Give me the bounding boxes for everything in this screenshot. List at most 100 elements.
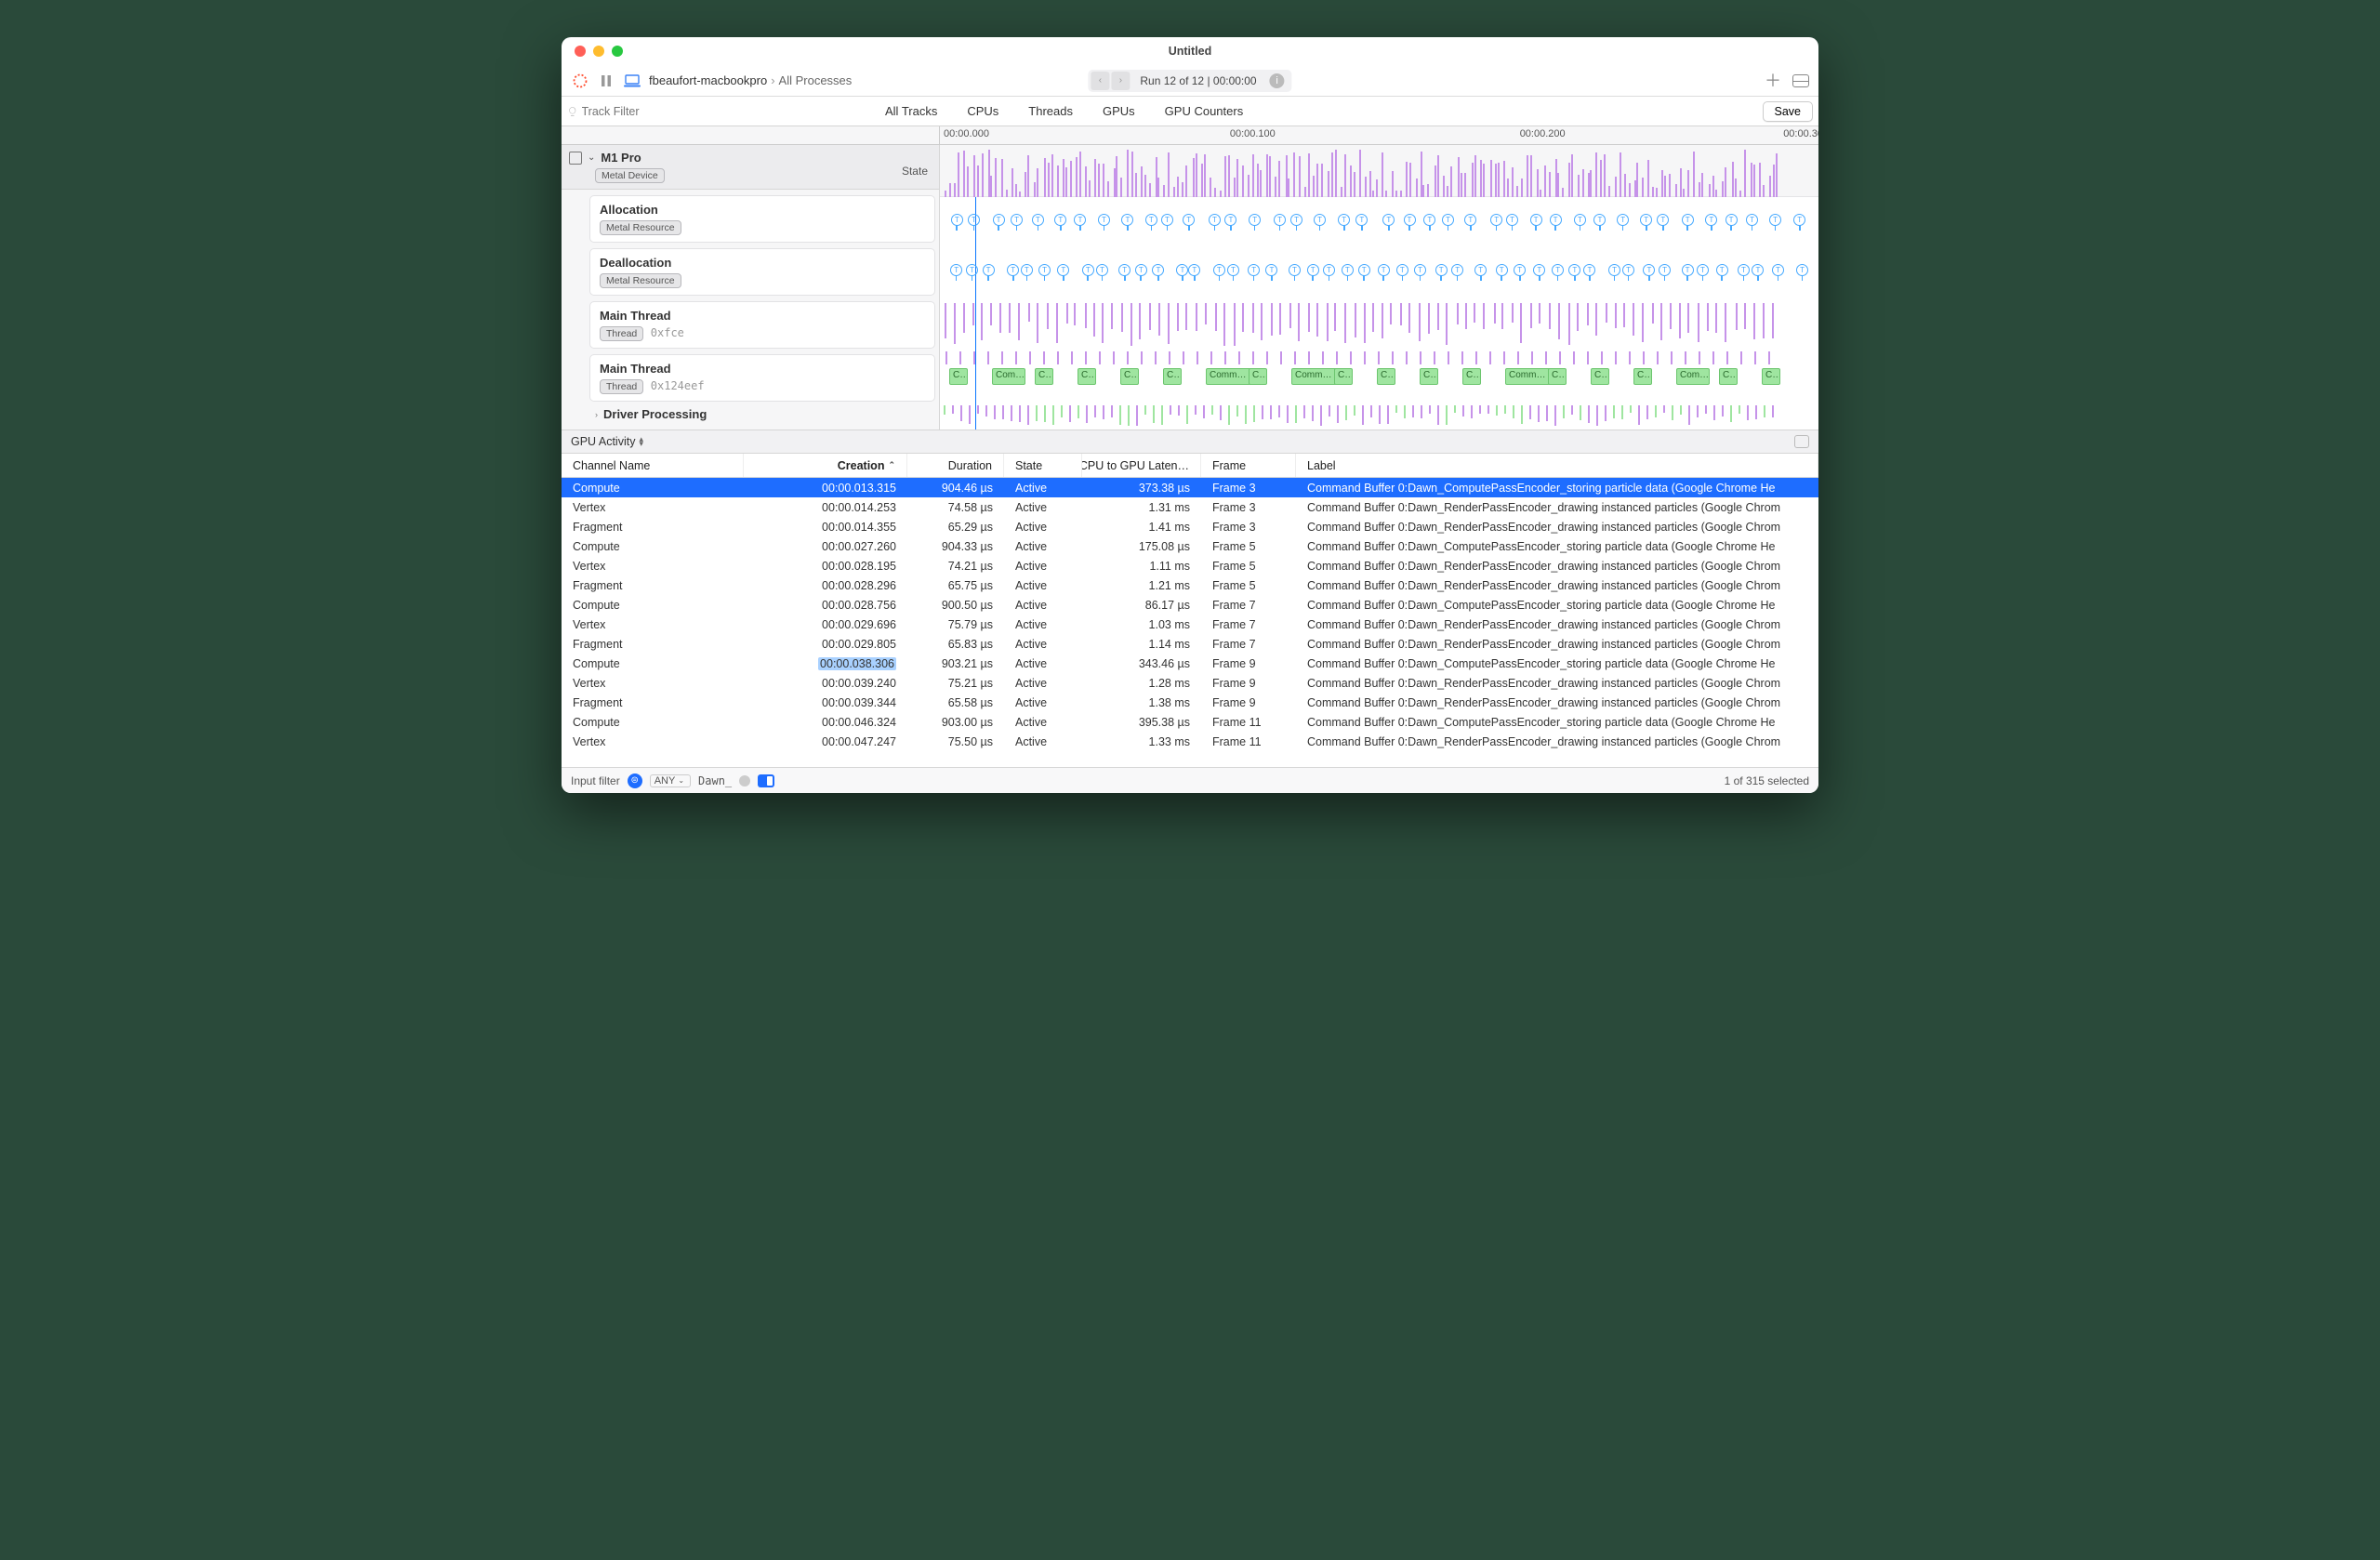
dropdown-arrows-icon: ▴▾ — [639, 437, 643, 446]
table-header: Channel Name Creation⌃ Duration State CP… — [562, 454, 1818, 478]
save-button[interactable]: Save — [1763, 101, 1814, 122]
table-row[interactable]: Fragment00:00.029.80565.83 µsActive1.14 … — [562, 634, 1818, 654]
sort-asc-icon: ⌃ — [888, 460, 895, 470]
track-tag: Metal Resource — [600, 273, 681, 288]
device-name: M1 Pro — [601, 151, 641, 165]
track-main-thread-1[interactable]: Main Thread Thread 0xfce — [589, 301, 935, 349]
table-row[interactable]: Compute00:00.028.756900.50 µsActive86.17… — [562, 595, 1818, 615]
col-frame[interactable]: Frame — [1201, 454, 1296, 477]
thread-id: 0x124eef — [651, 379, 705, 392]
tab-all-tracks[interactable]: All Tracks — [870, 97, 952, 126]
track-deallocation[interactable]: Deallocation Metal Resource — [589, 248, 935, 296]
chevron-right-icon: › — [771, 73, 774, 87]
col-state[interactable]: State — [1004, 454, 1082, 477]
breadcrumb-target[interactable]: All Processes — [779, 73, 853, 87]
zoom-window-icon[interactable] — [612, 46, 623, 57]
table-row[interactable]: Compute00:00.046.324903.00 µsActive395.3… — [562, 712, 1818, 732]
run-selector: ‹ › Run 12 of 12 | 00:00:00 i — [1088, 70, 1291, 92]
track-tabs: All Tracks CPUs Threads GPUs GPU Counter… — [870, 97, 1258, 126]
window-title: Untitled — [1169, 45, 1212, 58]
table-row[interactable]: Vertex00:00.047.24775.50 µsActive1.33 ms… — [562, 732, 1818, 751]
filter-mode[interactable]: ANY⌄ — [650, 774, 691, 787]
add-button[interactable]: ＋ — [1765, 73, 1781, 89]
col-channel[interactable]: Channel Name — [562, 454, 744, 477]
track-name: Main Thread — [600, 309, 925, 323]
track-sidebar: ⌄ M1 Pro Metal Device State Allocation M… — [562, 145, 940, 430]
app-window: Untitled fbeaufort-macbookpro › All Proc… — [562, 37, 1818, 793]
col-duration[interactable]: Duration — [907, 454, 1004, 477]
col-creation[interactable]: Creation⌃ — [744, 454, 907, 477]
titlebar: Untitled — [562, 37, 1818, 65]
table-row[interactable]: Compute00:00.027.260904.33 µsActive175.0… — [562, 536, 1818, 556]
table-body: Compute00:00.013.315904.46 µsActive373.3… — [562, 478, 1818, 767]
detail-pane-selector[interactable]: GPU Activity ▴▾ — [562, 430, 1818, 454]
input-filter-label: Input filter — [571, 774, 620, 787]
chevron-right-icon: › — [595, 410, 598, 419]
time-tick: 00:00.200 — [1520, 128, 1566, 139]
track-filter-input[interactable] — [582, 105, 863, 118]
time-ruler[interactable]: 00:00.000 00:00.100 00:00.200 00:00.300 — [562, 126, 1818, 145]
track-name: Allocation — [600, 203, 925, 217]
layout-toggle-button[interactable] — [1792, 74, 1809, 87]
selection-status: 1 of 315 selected — [1725, 774, 1809, 787]
track-name: Driver Processing — [603, 407, 707, 421]
tab-gpu-counters[interactable]: GPU Counters — [1150, 97, 1259, 126]
table-row[interactable]: Vertex00:00.029.69675.79 µsActive1.03 ms… — [562, 615, 1818, 634]
track-allocation[interactable]: Allocation Metal Resource — [589, 195, 935, 243]
track-driver-processing[interactable]: › Driver Processing — [562, 402, 939, 427]
device-grid-icon — [569, 152, 582, 165]
device-header[interactable]: ⌄ M1 Pro Metal Device State — [562, 145, 939, 190]
table-row[interactable]: Vertex00:00.014.25374.58 µsActive1.31 ms… — [562, 497, 1818, 517]
track-name: Main Thread — [600, 362, 925, 376]
breadcrumb-host[interactable]: fbeaufort-macbookpro — [649, 73, 767, 87]
info-icon[interactable]: i — [1270, 73, 1285, 88]
filter-query[interactable]: Dawn_ — [698, 774, 732, 787]
window-controls — [575, 46, 623, 57]
track-main-thread-2[interactable]: Main Thread Thread 0x124eef — [589, 354, 935, 402]
footer: Input filter ⊜ ANY⌄ Dawn_ 1 of 315 selec… — [562, 767, 1818, 793]
table-row[interactable]: Vertex00:00.028.19574.21 µsActive1.11 ms… — [562, 556, 1818, 575]
pause-button[interactable] — [597, 72, 615, 90]
time-tick: 00:00.100 — [1230, 128, 1276, 139]
device-tag: Metal Device — [595, 168, 665, 183]
clear-filter-icon[interactable] — [739, 775, 750, 787]
tab-cpus[interactable]: CPUs — [952, 97, 1013, 126]
chevron-down-icon: ⌄ — [588, 152, 595, 163]
timeline-main: ⌄ M1 Pro Metal Device State Allocation M… — [562, 145, 1818, 430]
close-window-icon[interactable] — [575, 46, 586, 57]
detail-pane-label: GPU Activity — [571, 435, 635, 448]
minimize-window-icon[interactable] — [593, 46, 604, 57]
track-tag: Thread — [600, 379, 643, 394]
state-label: State — [902, 165, 928, 178]
filter-toggle-icon[interactable] — [758, 774, 774, 787]
table-row[interactable]: Compute00:00.013.315904.46 µsActive373.3… — [562, 478, 1818, 497]
breadcrumb[interactable]: fbeaufort-macbookpro › All Processes — [649, 73, 852, 87]
time-tick: 00:00.000 — [944, 128, 989, 139]
col-label[interactable]: Label — [1296, 454, 1818, 477]
prev-run-button[interactable]: ‹ — [1091, 72, 1109, 90]
toolbar: fbeaufort-macbookpro › All Processes ‹ ›… — [562, 65, 1818, 97]
tab-gpus[interactable]: GPUs — [1088, 97, 1150, 126]
record-button[interactable] — [571, 72, 589, 90]
table-row[interactable]: Vertex00:00.039.24075.21 µsActive1.28 ms… — [562, 673, 1818, 693]
filter-row: ⍜ All Tracks CPUs Threads GPUs GPU Count… — [562, 97, 1818, 126]
detail-layout-icon[interactable] — [1794, 435, 1809, 448]
device-icon — [623, 72, 641, 90]
track-filter: ⍜ — [562, 97, 870, 126]
table-row[interactable]: Fragment00:00.028.29665.75 µsActive1.21 … — [562, 575, 1818, 595]
filter-icon: ⍜ — [569, 104, 576, 118]
tab-threads[interactable]: Threads — [1013, 97, 1088, 126]
filter-scope-icon[interactable]: ⊜ — [628, 773, 642, 788]
table-row[interactable]: Fragment00:00.014.35565.29 µsActive1.41 … — [562, 517, 1818, 536]
thread-id: 0xfce — [651, 326, 684, 339]
track-name: Deallocation — [600, 256, 925, 270]
time-tick: 00:00.300 — [1783, 128, 1818, 139]
run-label: Run 12 of 12 | 00:00:00 — [1130, 74, 1265, 87]
table-row[interactable]: Fragment00:00.039.34465.58 µsActive1.38 … — [562, 693, 1818, 712]
track-tag: Thread — [600, 326, 643, 341]
col-latency[interactable]: CPU to GPU Laten… — [1082, 454, 1201, 477]
next-run-button[interactable]: › — [1111, 72, 1130, 90]
table-row[interactable]: Compute00:00.038.306903.21 µsActive343.4… — [562, 654, 1818, 673]
track-tag: Metal Resource — [600, 220, 681, 235]
track-canvas[interactable]: TTTTTTTTTTTTTTTTTTTTTTTTTTTTTTTTTTTTTTTT… — [940, 145, 1818, 430]
